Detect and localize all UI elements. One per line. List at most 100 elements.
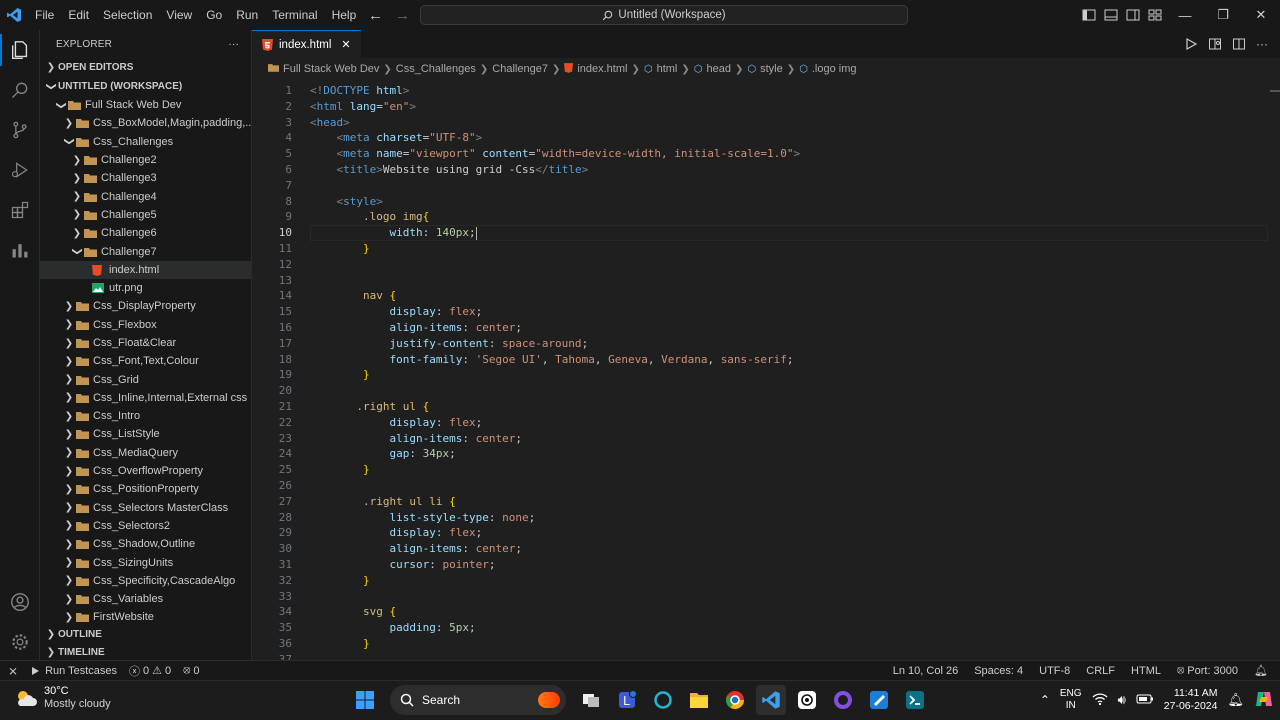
folder-item[interactable]: ❯ Css_DisplayProperty — [40, 297, 251, 315]
folder-item[interactable]: ❯ Css_MediaQuery — [40, 444, 251, 462]
volume-icon[interactable]: 🔊︎ — [1118, 692, 1126, 708]
more-editor-actions-icon[interactable]: ··· — [1256, 37, 1268, 51]
scrollbar-marker[interactable] — [1270, 90, 1280, 92]
menu-terminal[interactable]: Terminal — [265, 0, 324, 30]
run-icon[interactable] — [1184, 37, 1198, 51]
command-center[interactable]: Untitled (Workspace) — [420, 5, 908, 25]
battery-icon[interactable] — [1136, 693, 1154, 708]
forward-arrow-icon[interactable]: → — [395, 7, 410, 24]
weather-widget[interactable]: 30°C Mostly cloudy — [14, 685, 111, 711]
line-ending[interactable]: CRLF — [1086, 665, 1115, 677]
file-item[interactable]: index.html — [40, 260, 251, 279]
menu-help[interactable]: Help — [325, 0, 364, 30]
folder-item[interactable]: ❯ Css_Shadow,Outline — [40, 535, 251, 553]
menu-file[interactable]: File — [28, 0, 61, 30]
more-actions-icon[interactable]: ··· — [228, 39, 239, 50]
wifi-icon[interactable] — [1092, 692, 1108, 709]
back-arrow-icon[interactable]: ← — [368, 7, 383, 24]
breadcrumb-item[interactable]: .logo img — [812, 63, 857, 75]
folder-item[interactable]: ❯ Css_OverflowProperty — [40, 462, 251, 480]
folder-item[interactable]: ❯ Challenge7 — [40, 242, 251, 260]
folder-item[interactable]: ❯ Css_Selectors MasterClass — [40, 499, 251, 517]
folder-item[interactable]: ❯ Css_Variables — [40, 590, 251, 608]
notifications-bell-icon[interactable]: 🔔︎ — [1254, 664, 1268, 677]
workspace-section[interactable]: ❯ UNTITLED (WORKSPACE) — [40, 77, 251, 96]
folder-item[interactable]: ❯ Css_Selectors2 — [40, 517, 251, 535]
folder-item[interactable]: ❯ Css_Inline,Internal,External css — [40, 389, 251, 407]
system-clock[interactable]: 11:41 AM 27-06-2024 — [1164, 687, 1218, 713]
toggle-sidebar-icon[interactable] — [1081, 7, 1097, 23]
chatgpt-icon[interactable] — [792, 685, 822, 715]
menu-view[interactable]: View — [159, 0, 199, 30]
explorer-icon[interactable] — [0, 30, 40, 70]
minimize-icon[interactable]: — — [1166, 0, 1204, 30]
close-tab-icon[interactable]: ✕ — [341, 38, 350, 51]
folder-item[interactable]: ❯ Css_SizingUnits — [40, 553, 251, 571]
folder-item[interactable]: ❯ Css_Grid — [40, 370, 251, 388]
close-window-icon[interactable]: ✕ — [1242, 0, 1280, 30]
loom-app-icon[interactable]: L — [612, 685, 642, 715]
open-preview-icon[interactable] — [1208, 37, 1222, 51]
folder-item[interactable]: ❯ Challenge2 — [40, 151, 251, 169]
menu-selection[interactable]: Selection — [96, 0, 159, 30]
live-server-port[interactable]: ⦻ Port: 3000 — [1177, 664, 1238, 677]
folder-item[interactable]: ❯ Css_ListStyle — [40, 425, 251, 443]
taskbar-search[interactable]: Search — [390, 685, 566, 715]
folder-item[interactable]: ❯ Css_BoxModel,Magin,padding,... — [40, 114, 251, 132]
breadcrumb-item[interactable]: head — [707, 63, 731, 75]
language-mode[interactable]: HTML — [1131, 665, 1161, 677]
folder-item[interactable]: ❯ Challenge4 — [40, 187, 251, 205]
whiteboard-icon[interactable] — [864, 685, 894, 715]
folder-item[interactable]: ❯ Challenge3 — [40, 169, 251, 187]
problems-indicator[interactable]: ⓧ 0 ⚠ 0 — [129, 663, 171, 679]
customize-layout-icon[interactable] — [1147, 7, 1163, 23]
source-control-icon[interactable] — [0, 110, 40, 150]
breadcrumb-item[interactable]: html — [657, 63, 678, 75]
extensions-icon[interactable] — [0, 190, 40, 230]
charts-icon[interactable] — [0, 230, 40, 270]
account-icon[interactable] — [0, 582, 40, 622]
encoding[interactable]: UTF-8 — [1039, 665, 1070, 677]
breadcrumb-item[interactable]: Challenge7 — [492, 63, 548, 75]
folder-item[interactable]: ❯ Css_Challenges — [40, 133, 251, 151]
menu-go[interactable]: Go — [199, 0, 229, 30]
menu-edit[interactable]: Edit — [61, 0, 96, 30]
breadcrumb-item[interactable]: Full Stack Web Dev — [283, 63, 379, 75]
breadcrumb-item[interactable]: style — [760, 63, 783, 75]
folder-item[interactable]: ❯ Css_Specificity,CascadeAlgo — [40, 572, 251, 590]
remote-icon[interactable]: ⨯ — [8, 664, 18, 678]
indentation[interactable]: Spaces: 4 — [974, 665, 1023, 677]
language-indicator[interactable]: ENG IN — [1060, 688, 1082, 712]
cortana-circle-icon[interactable] — [648, 685, 678, 715]
search-activity-icon[interactable] — [0, 70, 40, 110]
tree-root-folder[interactable]: ❯ Full Stack Web Dev — [40, 96, 251, 114]
cursor-position[interactable]: Ln 10, Col 26 — [893, 665, 958, 677]
toggle-secondary-sidebar-icon[interactable] — [1125, 7, 1141, 23]
run-debug-icon[interactable] — [0, 150, 40, 190]
chrome-icon[interactable] — [720, 685, 750, 715]
code-editor[interactable]: 1 <!DOCTYPE html> 2 <html lang="en"> 3 <head>… — [252, 80, 1280, 666]
open-editors-section[interactable]: ❯ OPEN EDITORS — [40, 58, 251, 77]
terminal-app-icon[interactable] — [900, 685, 930, 715]
folder-item[interactable]: ❯ Css_Font,Text,Colour — [40, 352, 251, 370]
folder-item[interactable]: ❯ FirstWebsite — [40, 608, 251, 626]
start-windows-icon[interactable] — [350, 685, 380, 715]
copilot-icon[interactable] — [1254, 689, 1274, 712]
file-explorer-icon[interactable] — [684, 685, 714, 715]
folder-item[interactable]: ❯ Challenge6 — [40, 224, 251, 242]
folder-item[interactable]: ❯ Css_Intro — [40, 407, 251, 425]
show-hidden-icons-chevron[interactable]: ⌃ — [1040, 693, 1050, 707]
run-testcases-button[interactable]: Run Testcases — [30, 665, 117, 677]
split-editor-icon[interactable] — [1232, 37, 1246, 51]
vscode-taskbar-icon[interactable] — [756, 685, 786, 715]
tab-index-html[interactable]: index.html ✕ — [252, 30, 361, 58]
menu-run[interactable]: Run — [229, 0, 265, 30]
file-item[interactable]: utr.png — [40, 279, 251, 297]
notification-bell-icon[interactable]: 🔔︎ — [1227, 692, 1244, 708]
breadcrumb-item[interactable]: index.html — [577, 63, 627, 75]
folder-item[interactable]: ❯ Challenge5 — [40, 206, 251, 224]
folder-item[interactable]: ❯ Css_Flexbox — [40, 316, 251, 334]
folder-item[interactable]: ❯ Css_Float&Clear — [40, 334, 251, 352]
task-view-icon[interactable] — [576, 685, 606, 715]
toggle-panel-icon[interactable] — [1103, 7, 1119, 23]
